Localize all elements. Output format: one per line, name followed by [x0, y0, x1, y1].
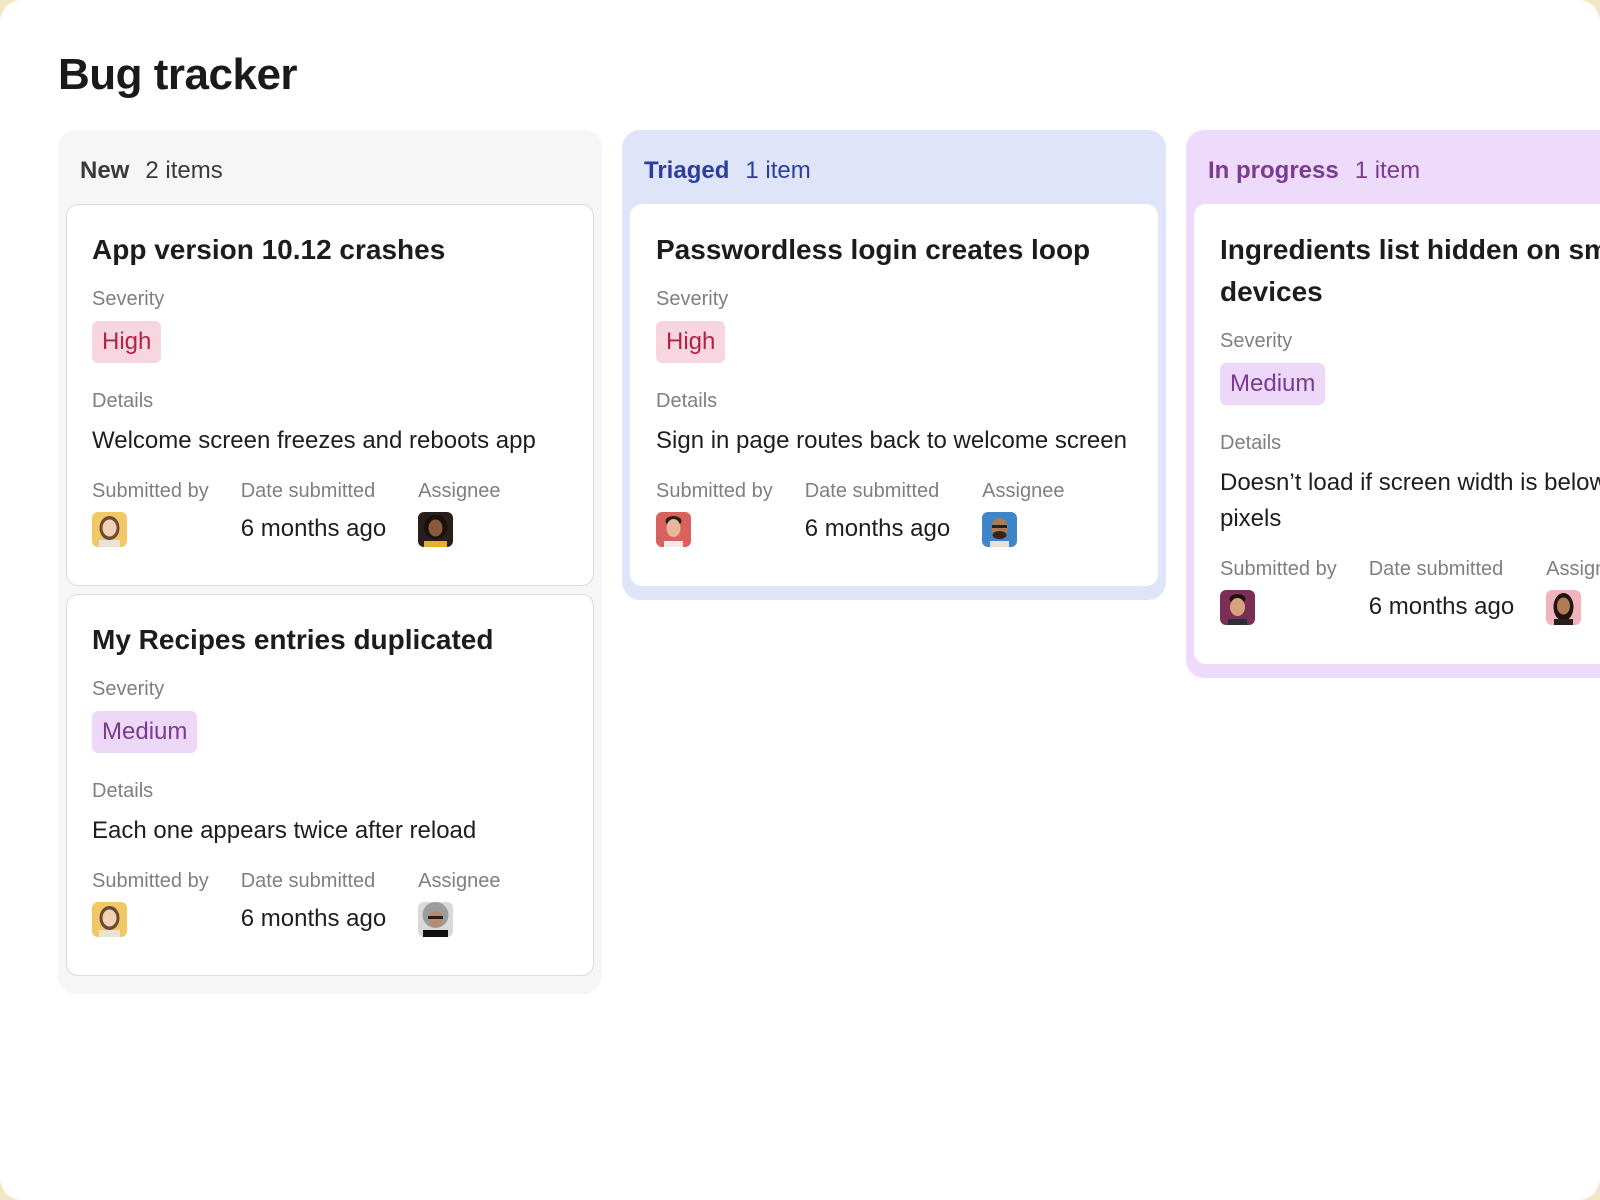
column-name: Triaged — [644, 157, 730, 184]
severity-badge: Medium — [92, 711, 198, 753]
details-text: Each one appears twice after reload — [92, 817, 477, 844]
column-in-progress: In progress 1 item Ingredients list hidd… — [1186, 130, 1600, 678]
card-title: My Recipes entries duplicated — [92, 624, 494, 655]
column-count: 2 items — [145, 157, 223, 184]
assignee-avatar[interactable] — [418, 511, 454, 547]
date-submitted-field: Date submitted 6 months ago — [241, 867, 386, 939]
column-count: 1 item — [745, 157, 811, 184]
bug-card[interactable]: Passwordless login creates loop Severity… — [630, 204, 1158, 586]
details-text: Doesn’t load if screen width is below 40… — [1220, 469, 1600, 532]
assignee-field: Assignee — [982, 477, 1064, 549]
date-submitted-value: 6 months ago — [804, 515, 951, 542]
assignee-label: Assignee — [418, 870, 501, 892]
date-submitted-value: 6 months ago — [240, 905, 387, 932]
column-header[interactable]: New 2 items — [66, 138, 594, 204]
details-text: Sign in page routes back to welcome scre… — [656, 427, 1127, 454]
submitted-by-field: Submitted by — [92, 867, 209, 939]
bug-card[interactable]: Ingredients list hidden on small devices… — [1194, 204, 1600, 664]
submitter-avatar[interactable] — [1220, 589, 1255, 625]
assignee-label: Assignee — [418, 480, 501, 502]
submitter-avatar[interactable] — [92, 901, 127, 937]
card-meta: Submitted by Date submitted 6 months ago… — [656, 477, 1132, 549]
card-meta: Submitted by Date submitted 6 months ago… — [1220, 555, 1600, 627]
date-submitted-field: Date submitted 6 months ago — [805, 477, 950, 549]
assignee-label: Assignee — [982, 480, 1065, 502]
app-surface: Bug tracker New 2 items App version 10.1… — [0, 0, 1600, 1200]
severity-label: Severity — [92, 678, 165, 700]
card-title: Passwordless login creates loop — [656, 234, 1091, 265]
details-label: Details — [1220, 432, 1282, 454]
column-new: New 2 items App version 10.12 crashes Se… — [58, 130, 602, 994]
date-submitted-field: Date submitted 6 months ago — [1369, 555, 1514, 627]
date-submitted-label: Date submitted — [1368, 558, 1504, 580]
assignee-field: Assignee — [1546, 555, 1600, 627]
details-label: Details — [92, 390, 154, 412]
card-title: App version 10.12 crashes — [92, 234, 446, 265]
column-name: In progress — [1208, 157, 1339, 184]
date-submitted-label: Date submitted — [240, 870, 376, 892]
assignee-avatar[interactable] — [1546, 589, 1582, 625]
bug-card[interactable]: App version 10.12 crashes Severity High … — [66, 204, 594, 586]
details-text: Welcome screen freezes and reboots app — [92, 427, 536, 454]
card-meta: Submitted by Date submitted 6 months ago… — [92, 477, 568, 549]
severity-label: Severity — [1220, 330, 1293, 352]
severity-badge: High — [656, 321, 726, 363]
severity-label: Severity — [92, 288, 165, 310]
card-title: Ingredients list hidden on small devices — [1220, 234, 1600, 307]
page-title: Bug tracker — [58, 50, 298, 99]
severity-label: Severity — [656, 288, 729, 310]
submitter-avatar[interactable] — [656, 511, 691, 547]
column-header[interactable]: In progress 1 item — [1194, 138, 1600, 204]
assignee-field: Assignee — [418, 477, 500, 549]
card-meta: Submitted by Date submitted 6 months ago… — [92, 867, 568, 939]
details-label: Details — [656, 390, 718, 412]
severity-badge: Medium — [1220, 363, 1326, 405]
date-submitted-label: Date submitted — [804, 480, 940, 502]
submitted-by-field: Submitted by — [656, 477, 773, 549]
submitted-by-label: Submitted by — [656, 480, 773, 502]
assignee-label: Assignee — [1546, 558, 1600, 580]
submitted-by-field: Submitted by — [1220, 555, 1337, 627]
submitted-by-label: Submitted by — [1220, 558, 1337, 580]
submitted-by-label: Submitted by — [92, 870, 209, 892]
date-submitted-value: 6 months ago — [1368, 593, 1515, 620]
column-header[interactable]: Triaged 1 item — [630, 138, 1158, 204]
column-name: New — [80, 157, 130, 184]
assignee-avatar[interactable] — [982, 511, 1018, 547]
column-count: 1 item — [1354, 157, 1421, 184]
submitted-by-field: Submitted by — [92, 477, 209, 549]
submitted-by-label: Submitted by — [92, 480, 209, 502]
assignee-field: Assignee — [418, 867, 500, 939]
submitter-avatar[interactable] — [92, 511, 127, 547]
severity-badge: High — [92, 321, 162, 363]
column-triaged: Triaged 1 item Passwordless login create… — [622, 130, 1166, 600]
date-submitted-value: 6 months ago — [240, 515, 387, 542]
assignee-avatar[interactable] — [418, 901, 454, 937]
date-submitted-field: Date submitted 6 months ago — [241, 477, 386, 549]
bug-card[interactable]: My Recipes entries duplicated Severity M… — [66, 594, 594, 976]
details-label: Details — [92, 780, 154, 802]
date-submitted-label: Date submitted — [240, 480, 376, 502]
